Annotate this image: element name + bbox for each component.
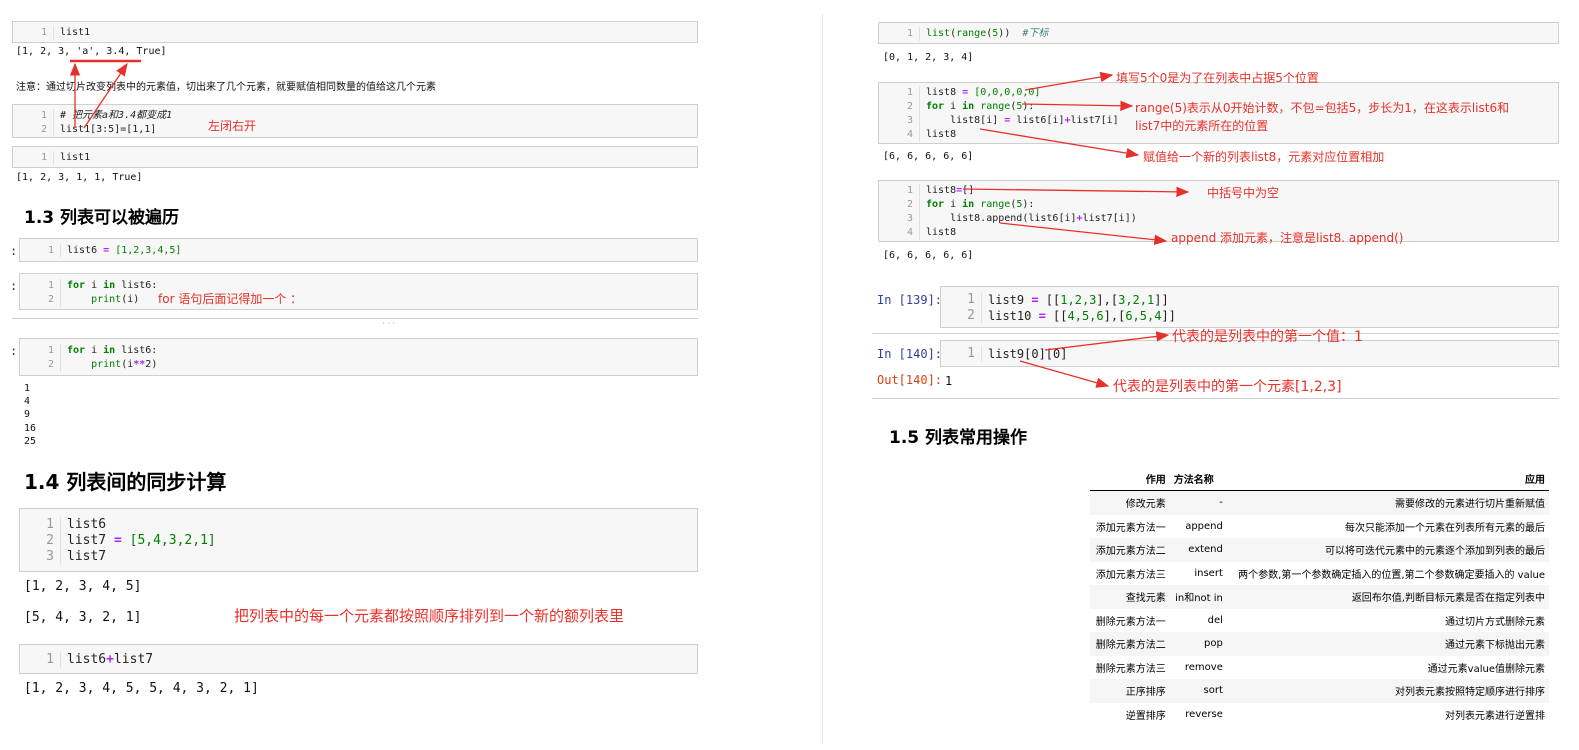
arrow: [979, 128, 1140, 159]
annotation-arrows: [69, 59, 1190, 388]
arrow: [1024, 71, 1114, 91]
arrow: [1019, 360, 1110, 388]
arrow: [1021, 100, 1134, 111]
arrow: [83, 62, 128, 129]
arrow: [1044, 331, 1170, 351]
arrow: [962, 186, 1190, 198]
arrow: [999, 222, 1168, 245]
